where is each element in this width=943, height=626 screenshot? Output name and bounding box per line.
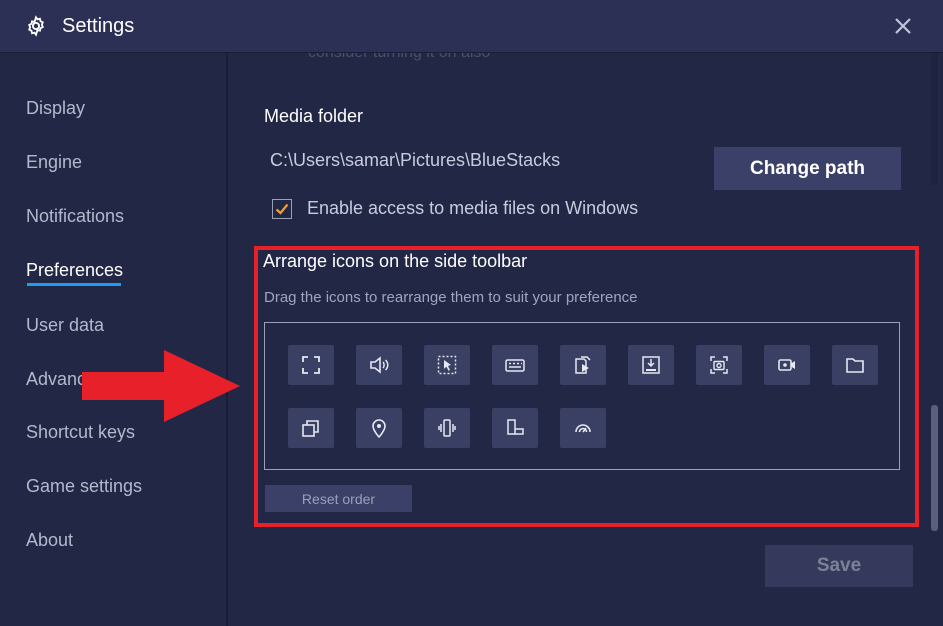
- screenshot-icon[interactable]: [696, 345, 742, 385]
- sidebar-item-user-data[interactable]: User data: [26, 315, 104, 336]
- folder-icon[interactable]: [832, 345, 878, 385]
- sidebar-item-game-settings[interactable]: Game settings: [26, 476, 142, 497]
- close-icon[interactable]: [888, 11, 918, 41]
- toolbar-icons-panel: [264, 322, 900, 470]
- rotate-icon[interactable]: [492, 408, 538, 448]
- pointer-select-icon[interactable]: [424, 345, 470, 385]
- gear-icon: [28, 15, 44, 37]
- scrollbar-track: [931, 53, 938, 185]
- save-button[interactable]: Save: [765, 545, 913, 587]
- title-bar: Settings: [0, 0, 943, 53]
- sidebar-item-display[interactable]: Display: [26, 98, 85, 119]
- sidebar-item-engine[interactable]: Engine: [26, 152, 82, 173]
- sidebar-item-about[interactable]: About: [26, 530, 73, 551]
- sidebar-item-shortcut-keys[interactable]: Shortcut keys: [26, 422, 135, 443]
- fullscreen-icon[interactable]: [288, 345, 334, 385]
- media-folder-path: C:\Users\samar\Pictures\BlueStacks: [270, 150, 561, 170]
- keyboard-icon[interactable]: [492, 345, 538, 385]
- change-path-button[interactable]: Change path: [714, 147, 901, 190]
- active-tab-underline: [27, 283, 121, 286]
- location-icon[interactable]: [356, 408, 402, 448]
- sidebar-item-advanced[interactable]: Advanc: [26, 369, 86, 390]
- toolbar-section-hint: Drag the icons to rearrange them to suit…: [264, 289, 638, 306]
- sidebar: Display Engine Notifications Preferences…: [0, 53, 228, 626]
- shake-icon[interactable]: [424, 408, 470, 448]
- screen-record-icon[interactable]: [764, 345, 810, 385]
- multi-instance-icon[interactable]: [288, 408, 334, 448]
- preferences-panel: consider turning it on also Media folder…: [228, 53, 943, 626]
- sidebar-item-notifications[interactable]: Notifications: [26, 206, 124, 227]
- window-title: Settings: [62, 15, 135, 37]
- volume-icon[interactable]: [356, 345, 402, 385]
- media-access-label: Enable access to media files on Windows: [307, 198, 639, 218]
- media-manager-icon[interactable]: [560, 345, 606, 385]
- scrollbar-thumb[interactable]: [931, 405, 938, 531]
- toolbar-section-title: Arrange icons on the side toolbar: [263, 251, 528, 271]
- scrolled-hint-text: consider turning it on also: [308, 53, 490, 62]
- media-folder-title: Media folder: [264, 106, 364, 126]
- reset-order-button[interactable]: Reset order: [265, 485, 412, 512]
- install-apk-icon[interactable]: [628, 345, 674, 385]
- eco-mode-icon[interactable]: [560, 408, 606, 448]
- sidebar-item-preferences[interactable]: Preferences: [26, 260, 123, 281]
- checkmark-icon: [275, 203, 289, 215]
- media-access-checkbox[interactable]: [272, 199, 292, 219]
